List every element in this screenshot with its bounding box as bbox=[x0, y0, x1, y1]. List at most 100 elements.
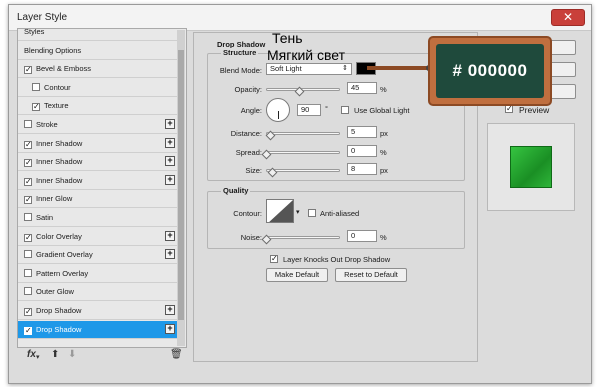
close-button[interactable]: ✕ bbox=[551, 9, 585, 26]
distance-unit: px bbox=[380, 129, 388, 138]
fx-button[interactable]: fx bbox=[27, 349, 36, 360]
opacity-input[interactable]: 45 bbox=[347, 82, 377, 94]
style-checkbox[interactable]: ✓ bbox=[24, 308, 32, 316]
spread-input[interactable]: 0 bbox=[347, 145, 377, 157]
style-checkbox[interactable] bbox=[24, 120, 32, 128]
style-item-label: Bevel & Emboss bbox=[36, 64, 92, 74]
add-style-plus-icon[interactable]: + bbox=[165, 156, 175, 167]
styles-list-item[interactable]: ✓ Inner Glow bbox=[18, 190, 178, 209]
styles-list-item[interactable]: ✓ Inner Shadow + bbox=[18, 153, 178, 172]
style-checkbox[interactable]: ✓ bbox=[24, 233, 32, 242]
style-checkbox[interactable] bbox=[24, 287, 32, 296]
style-item-label: Inner Shadow bbox=[36, 175, 83, 185]
add-style-plus-icon[interactable]: + bbox=[165, 119, 175, 129]
contour-picker[interactable] bbox=[266, 199, 294, 223]
anti-aliased-label: Anti-aliased bbox=[320, 209, 360, 218]
style-checkbox[interactable]: ✓ bbox=[24, 326, 32, 335]
quality-title: Quality bbox=[221, 186, 251, 195]
contour-dropdown-icon[interactable]: ▾ bbox=[296, 208, 300, 216]
arrow-up-icon[interactable]: ⬆ bbox=[51, 349, 59, 360]
fx-dropdown-icon[interactable]: ▾ bbox=[36, 353, 40, 361]
noise-unit: % bbox=[380, 233, 387, 242]
distance-input[interactable]: 5 bbox=[347, 126, 377, 138]
blend-mode-label: Blend Mode: bbox=[219, 66, 262, 75]
style-checkbox[interactable]: ✓ bbox=[24, 196, 32, 205]
style-checkbox[interactable]: ✓ bbox=[24, 177, 32, 186]
structure-title: Structure bbox=[221, 48, 259, 57]
window-title: Layer Style bbox=[17, 12, 68, 23]
add-style-plus-icon[interactable]: + bbox=[165, 305, 175, 315]
angle-dial[interactable] bbox=[266, 98, 290, 122]
distance-slider[interactable] bbox=[266, 132, 340, 135]
blend-mode-select[interactable]: Soft Light ⇕ bbox=[266, 63, 352, 75]
hex-color-badge-board: # 000000 bbox=[436, 44, 544, 98]
style-item-label: Contour bbox=[44, 82, 71, 92]
style-item-label: Texture bbox=[44, 101, 69, 111]
spread-slider[interactable] bbox=[266, 151, 340, 154]
reset-to-default-button[interactable]: Reset to Default bbox=[335, 268, 407, 282]
style-checkbox[interactable]: ✓ bbox=[24, 140, 32, 149]
add-style-plus-icon[interactable]: + bbox=[165, 323, 175, 334]
opacity-label: Opacity: bbox=[234, 85, 262, 94]
styles-list-item[interactable]: ✓ Color Overlay + bbox=[18, 228, 178, 246]
anti-aliased-checkbox[interactable] bbox=[308, 209, 316, 217]
style-item-label: Blending Options bbox=[24, 45, 82, 55]
use-global-light-checkbox[interactable] bbox=[341, 106, 349, 114]
style-checkbox[interactable] bbox=[24, 213, 32, 221]
styles-list-item[interactable]: ✓ Inner Shadow + bbox=[18, 135, 178, 153]
style-checkbox[interactable]: ✓ bbox=[32, 103, 40, 112]
angle-input[interactable]: 90 bbox=[297, 104, 321, 116]
size-input[interactable]: 8 bbox=[347, 163, 377, 175]
spread-unit: % bbox=[380, 148, 387, 157]
knocks-out-label: Layer Knocks Out Drop Shadow bbox=[283, 255, 391, 264]
styles-list-item[interactable]: Outer Glow bbox=[18, 283, 178, 302]
contour-label: Contour: bbox=[233, 209, 262, 218]
add-style-plus-icon[interactable]: + bbox=[165, 230, 175, 241]
trash-icon[interactable]: 🗑 bbox=[170, 349, 183, 360]
blend-mode-value: Soft Light bbox=[270, 64, 302, 73]
styles-list-item[interactable]: Satin bbox=[18, 209, 178, 227]
style-checkbox[interactable]: ✓ bbox=[24, 159, 32, 168]
styles-list-item[interactable]: Styles bbox=[18, 28, 178, 41]
arrow-down-icon[interactable]: ⬇ bbox=[68, 349, 76, 360]
style-item-label: Outer Glow bbox=[36, 287, 74, 297]
styles-list-item[interactable]: Stroke + bbox=[18, 116, 178, 134]
scrollbar-thumb[interactable] bbox=[178, 50, 184, 320]
make-default-button[interactable]: Make Default bbox=[266, 268, 328, 282]
styles-list-item[interactable]: ✓ Bevel & Emboss bbox=[18, 60, 178, 79]
style-checkbox[interactable] bbox=[24, 268, 32, 277]
add-style-plus-icon[interactable]: + bbox=[165, 249, 175, 260]
preview-label: Preview bbox=[519, 105, 550, 115]
styles-list-item[interactable]: ✓ Inner Shadow + bbox=[18, 172, 178, 190]
preview-checkbox[interactable]: ✓ bbox=[505, 105, 513, 113]
style-checkbox[interactable] bbox=[24, 250, 32, 259]
styles-list-item[interactable]: ✓ Drop Shadow + bbox=[18, 320, 178, 339]
noise-label: Noise: bbox=[240, 233, 262, 242]
styles-list-item[interactable]: Contour bbox=[18, 79, 178, 97]
noise-input[interactable]: 0 bbox=[347, 230, 377, 242]
opacity-unit: % bbox=[380, 85, 387, 94]
knocks-out-checkbox[interactable]: ✓ bbox=[270, 255, 278, 263]
style-item-label: Drop Shadow bbox=[36, 306, 82, 315]
noise-slider[interactable] bbox=[266, 236, 340, 239]
styles-list-scrollbar[interactable] bbox=[177, 30, 185, 346]
styles-list-item[interactable]: Blending Options bbox=[18, 42, 178, 60]
hex-color-badge: # 000000 bbox=[428, 36, 552, 106]
angle-needle bbox=[278, 111, 279, 119]
styles-list-item[interactable]: ✓ Drop Shadow + bbox=[18, 302, 178, 320]
close-icon: ✕ bbox=[562, 10, 574, 24]
style-item-label: Inner Glow bbox=[36, 194, 73, 204]
styles-list-item[interactable]: Pattern Overlay bbox=[18, 265, 178, 283]
style-item-label: Pattern Overlay bbox=[36, 268, 89, 278]
size-unit: px bbox=[380, 166, 388, 175]
distance-label: Distance: bbox=[230, 129, 262, 138]
style-checkbox[interactable]: ✓ bbox=[24, 66, 32, 75]
add-style-plus-icon[interactable]: + bbox=[165, 174, 175, 185]
styles-list-item[interactable]: Gradient Overlay + bbox=[18, 246, 178, 265]
style-item-label: Styles bbox=[24, 28, 45, 36]
degree-symbol: ° bbox=[325, 104, 328, 113]
add-style-plus-icon[interactable]: + bbox=[165, 137, 175, 148]
style-checkbox[interactable] bbox=[32, 82, 40, 91]
styles-list-item[interactable]: ✓ Texture bbox=[18, 97, 178, 116]
style-item-label: Drop Shadow bbox=[36, 324, 82, 334]
